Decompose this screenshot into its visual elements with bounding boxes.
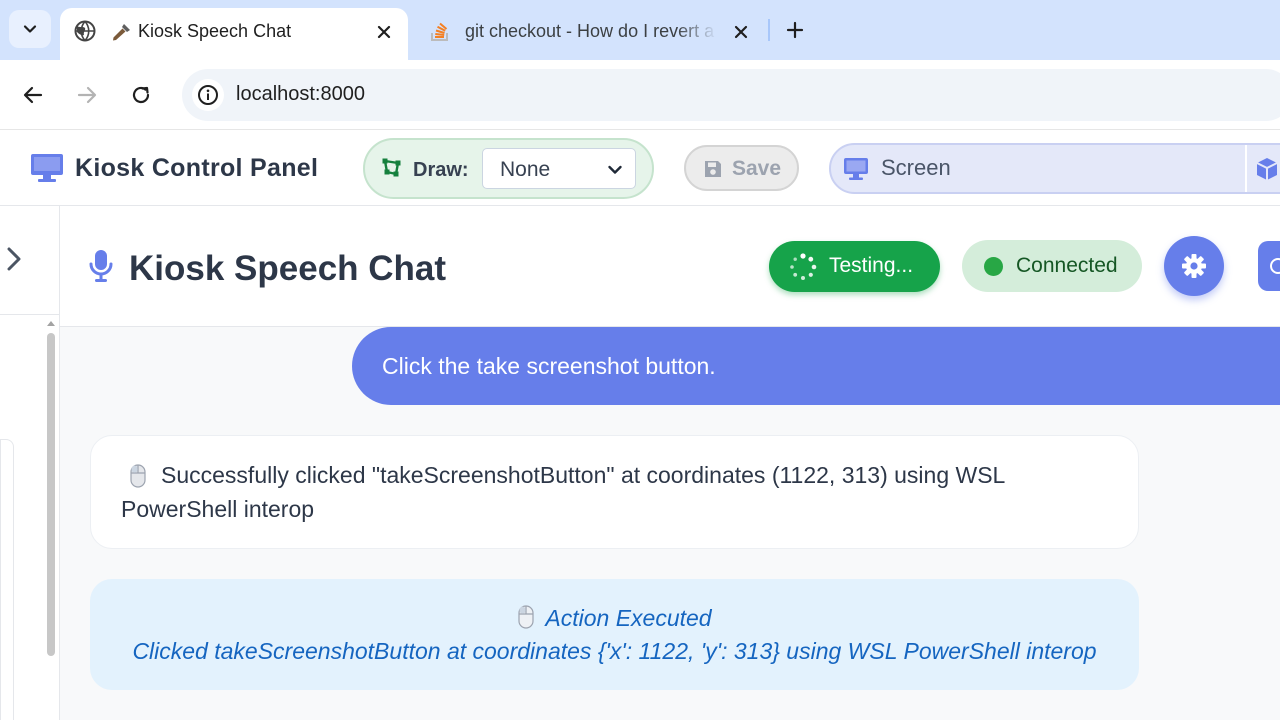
test-connection-button[interactable]: Testing... bbox=[769, 241, 940, 292]
close-icon bbox=[377, 25, 391, 39]
back-button[interactable] bbox=[18, 80, 48, 110]
chevron-down-icon bbox=[23, 25, 37, 33]
toggle-knob-icon bbox=[1270, 258, 1280, 274]
chevron-down-icon bbox=[608, 165, 622, 174]
draw-control: Draw: None bbox=[363, 138, 654, 199]
testing-label: Testing... bbox=[829, 254, 914, 277]
scroll-up-arrow-icon[interactable] bbox=[46, 319, 56, 327]
screen-divider bbox=[1245, 145, 1247, 192]
tab-git-checkout[interactable]: git checkout - How do I revert a bbox=[415, 8, 765, 54]
tab-separator bbox=[768, 19, 770, 41]
chat-messages: Click the take screenshot button. Succes… bbox=[60, 327, 1280, 720]
site-info-button[interactable] bbox=[192, 79, 224, 111]
reload-button[interactable] bbox=[126, 80, 156, 110]
draw-mode-select[interactable]: None bbox=[482, 148, 636, 189]
reload-icon bbox=[132, 86, 150, 104]
tab-close-button[interactable] bbox=[372, 20, 396, 44]
chat-header: Kiosk Speech Chat Testing... Connected bbox=[60, 206, 1280, 327]
monitor-icon bbox=[844, 158, 868, 180]
save-label: Save bbox=[732, 157, 782, 180]
close-icon bbox=[734, 25, 748, 39]
app-header: Kiosk Control Panel Draw: None Save Scre… bbox=[0, 131, 1280, 206]
cube-icon[interactable] bbox=[1256, 157, 1278, 181]
globe-icon bbox=[74, 20, 96, 42]
microphone-icon bbox=[113, 24, 130, 41]
collapsed-panel-edge bbox=[0, 439, 14, 720]
screen-label: Screen bbox=[881, 155, 951, 180]
action-detail: Clicked takeScreenshotButton at coordina… bbox=[132, 638, 1097, 664]
user-message: Click the take screenshot button. bbox=[352, 327, 1280, 405]
address-bar[interactable]: localhost:8000 bbox=[182, 69, 1280, 121]
connection-status-badge: Connected bbox=[962, 240, 1142, 292]
mouse-icon bbox=[130, 464, 146, 488]
action-title: Action Executed bbox=[545, 605, 712, 631]
chat-title: Kiosk Speech Chat bbox=[129, 249, 447, 288]
action-title-row: Action Executed bbox=[90, 605, 1139, 632]
settings-button[interactable] bbox=[1164, 236, 1224, 296]
new-tab-button[interactable] bbox=[780, 15, 810, 45]
tab-title: git checkout - How do I revert a bbox=[465, 21, 715, 41]
status-dot bbox=[984, 257, 1003, 276]
draw-label: Draw: bbox=[413, 159, 469, 181]
save-button[interactable]: Save bbox=[684, 145, 799, 191]
browser-tab-strip: Kiosk Speech Chat git checkout - How do … bbox=[0, 0, 1280, 60]
rail-divider bbox=[0, 314, 60, 315]
forward-button[interactable] bbox=[72, 80, 102, 110]
browser-toolbar: localhost:8000 bbox=[0, 60, 1280, 130]
assistant-message-line2: PowerShell interop bbox=[121, 496, 315, 522]
gear-icon bbox=[1182, 254, 1206, 278]
spinner-icon bbox=[790, 253, 817, 280]
arrow-left-icon bbox=[23, 86, 43, 104]
sidebar-rail bbox=[0, 206, 60, 720]
user-message-text: Click the take screenshot button. bbox=[382, 353, 716, 379]
action-executed-message: Action Executed Clicked takeScreenshotBu… bbox=[90, 579, 1139, 690]
screen-selector[interactable]: Screen bbox=[829, 143, 1280, 194]
info-icon bbox=[198, 85, 218, 105]
tab-search-button[interactable] bbox=[9, 10, 51, 48]
arrow-right-icon bbox=[77, 86, 97, 104]
app-title: Kiosk Control Panel bbox=[75, 154, 319, 182]
tab-close-button[interactable] bbox=[729, 20, 753, 44]
tab-kiosk-speech-chat[interactable]: Kiosk Speech Chat bbox=[60, 8, 408, 60]
assistant-message-line1: Successfully clicked "takeScreenshotButt… bbox=[161, 462, 1006, 488]
panel-toggle-button[interactable] bbox=[1258, 241, 1280, 291]
save-icon bbox=[705, 161, 721, 177]
scrollbar-thumb[interactable] bbox=[47, 333, 55, 656]
address-url: localhost:8000 bbox=[236, 83, 365, 105]
desktop-icon bbox=[31, 154, 63, 182]
assistant-message: Successfully clicked "takeScreenshotButt… bbox=[90, 435, 1139, 549]
chevron-right-icon[interactable] bbox=[2, 244, 26, 274]
draw-mode-value: None bbox=[500, 158, 551, 181]
tab-title: Kiosk Speech Chat bbox=[138, 21, 292, 41]
mouse-icon bbox=[518, 605, 534, 629]
draw-shape-icon bbox=[382, 158, 401, 177]
microphone-icon bbox=[89, 250, 113, 282]
stack-overflow-icon bbox=[431, 22, 448, 41]
connection-status-label: Connected bbox=[1016, 254, 1118, 277]
plus-icon bbox=[786, 21, 804, 39]
